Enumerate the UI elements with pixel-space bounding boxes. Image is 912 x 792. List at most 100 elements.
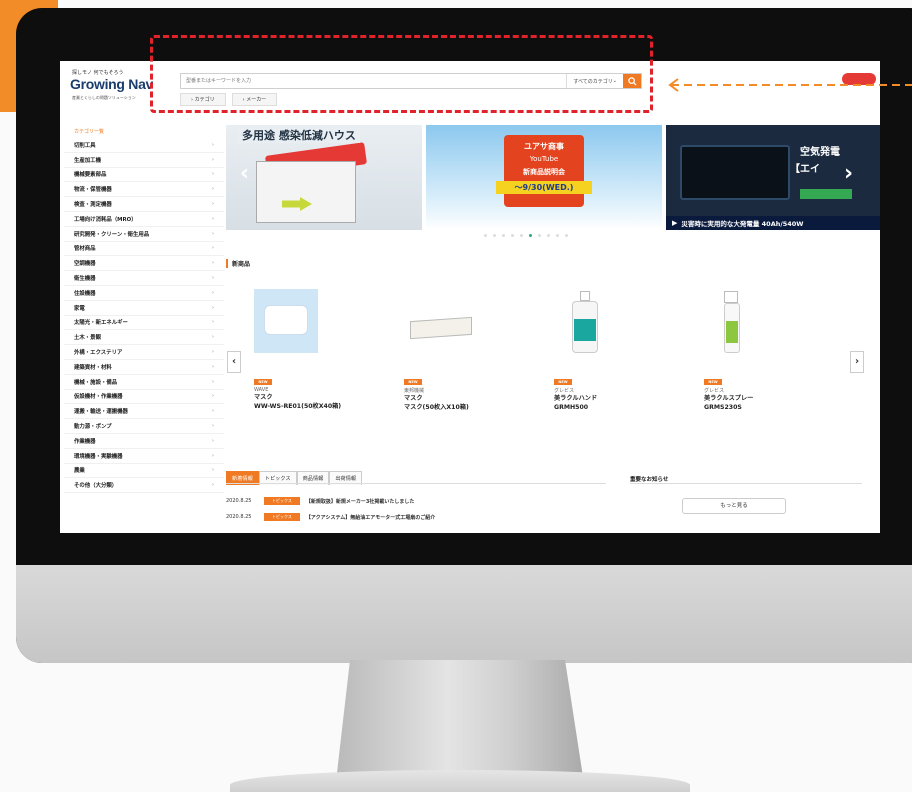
sidebar-item[interactable]: 仮設機材・作業機器 ›	[64, 390, 224, 405]
sidebar-item-label: 衛生機器	[74, 276, 96, 283]
sidebar-item[interactable]: その他（大分類） ›	[64, 478, 224, 494]
carousel-dot[interactable]	[502, 234, 505, 237]
sidebar-item[interactable]: 空調機器 ›	[64, 256, 224, 272]
sidebar-item[interactable]: 農業 ›	[64, 464, 224, 479]
sidebar-item[interactable]: 機械・施設・備品 ›	[64, 375, 224, 390]
sidebar-item-label: 検査・測定機器	[74, 202, 112, 209]
chevron-right-icon: ›	[211, 215, 214, 222]
carousel-dot[interactable]	[484, 234, 487, 237]
product-card[interactable]: NEW グレビス 美ラクルハンド GRMH500	[554, 289, 674, 412]
banner1-title: 多用途 感染低減ハウス	[238, 127, 360, 143]
banner3-bar: ▶ 災害時に実用的な大発電量 40Ah/540W	[666, 216, 880, 230]
banner-carousel: 多用途 感染低減ハウス ユアサ商事 YouTube 新商品説明会 ～9/30(W…	[226, 125, 880, 237]
carousel-dot[interactable]	[538, 234, 541, 237]
carousel-prev-chevron-icon[interactable]: ‹	[240, 161, 249, 186]
sidebar-item-label: 作業機器	[74, 438, 96, 445]
chevron-right-icon: ›	[211, 171, 214, 178]
sidebar-item[interactable]: 家電 ›	[64, 301, 224, 316]
sidebar-item[interactable]: 環境機器・実験機器 ›	[64, 449, 224, 464]
chevron-right-icon: ›	[211, 393, 214, 400]
sidebar-item[interactable]: 建築資材・材料 ›	[64, 360, 224, 375]
products-prev-chevron-icon[interactable]: ‹	[227, 351, 241, 373]
chevron-right-icon: ›	[211, 423, 214, 430]
chevron-right-icon: ›	[211, 319, 214, 326]
carousel-dot[interactable]	[529, 234, 532, 237]
carousel-dot[interactable]	[556, 234, 559, 237]
chevron-right-icon: ›	[211, 186, 214, 193]
sidebar-item[interactable]: 検査・測定機器 ›	[64, 197, 224, 212]
product-model: WW-WS-RE01(50枚X40箱)	[254, 403, 342, 410]
news-date: 2020.8.25	[226, 498, 252, 504]
sidebar-item[interactable]: 機械要素部品 ›	[64, 168, 224, 183]
new-badge: NEW	[554, 379, 572, 385]
product-maker: 東邦機械	[404, 388, 425, 394]
product-model: マスク(50枚入X10箱)	[404, 404, 469, 411]
chevron-right-icon: ›	[211, 467, 214, 474]
more-button[interactable]: もっと見る	[682, 498, 786, 514]
carousel-dot[interactable]	[547, 234, 550, 237]
sidebar-item-label: 生産加工機	[74, 157, 101, 164]
chevron-right-icon: ›	[211, 245, 214, 252]
banner-infection-house[interactable]: 多用途 感染低減ハウス	[226, 125, 422, 230]
sidebar-item[interactable]: 土木・景観 ›	[64, 330, 224, 346]
news-row[interactable]: 2020.8.25 トピックス 【新規取扱】新規メーカー3社掲載いたしました	[226, 497, 414, 505]
chevron-right-icon: ›	[211, 452, 214, 459]
important-notice-heading: 重要なお知らせ	[630, 477, 669, 483]
sidebar-item[interactable]: 作業機器 ›	[64, 434, 224, 449]
banner3-title: 空気発電	[800, 147, 840, 158]
site-logo[interactable]: Growing Nav	[70, 76, 153, 92]
product-maker: グレビス	[554, 388, 575, 394]
banner2-line2: YouTube	[529, 155, 559, 163]
carousel-next-chevron-icon[interactable]: ›	[844, 161, 853, 186]
sidebar-item[interactable]: 生産加工機 ›	[64, 153, 224, 168]
sidebar-item[interactable]: 外構・エクステリア ›	[64, 345, 224, 360]
sidebar-item[interactable]: 切削工具 ›	[64, 138, 224, 153]
monitor-chin	[16, 565, 912, 663]
carousel-dot[interactable]	[520, 234, 523, 237]
monitor-stand-base	[230, 770, 690, 792]
product-name: 美ラクルハンド	[554, 395, 598, 402]
banner2-line3: 新商品説明会	[523, 168, 565, 176]
products-next-chevron-icon[interactable]: ›	[850, 351, 864, 373]
product-card[interactable]: NEW WAVE マスク WW-WS-RE01(50枚X40箱)	[254, 289, 374, 411]
carousel-dot[interactable]	[511, 234, 514, 237]
sidebar-item[interactable]: 物流・保管機器 ›	[64, 182, 224, 198]
logo-tagline: 探しモノ 何でもそろう	[72, 70, 124, 76]
sidebar-item[interactable]: 運搬・輸送・運搬機器 ›	[64, 404, 224, 420]
pointer-arrow-icon	[668, 78, 912, 92]
banner3-subtitle: 【エイ	[790, 164, 820, 175]
news-date: 2020.8.25	[226, 514, 252, 520]
sidebar-item[interactable]: 衛生機器 ›	[64, 271, 224, 286]
new-products-heading: 新商品	[226, 259, 250, 268]
sidebar-item-label: その他（大分類）	[74, 483, 118, 490]
browser-screen: 探しモノ 何でもそろう Growing Nav 産業とくらしの問題ソリューション…	[60, 61, 880, 533]
sidebar-item-label: 農業	[74, 468, 85, 475]
news-text[interactable]: 【アクアシステム】無給油エアモーター式工場扇のご紹介	[306, 514, 435, 521]
sidebar-item-label: 研究開発・クリーン・衛生用品	[74, 231, 150, 238]
chevron-right-icon: ›	[211, 289, 214, 296]
sidebar-item[interactable]: 住設機器 ›	[64, 286, 224, 301]
news-row[interactable]: 2020.8.25 トピックス 【アクアシステム】無給油エアモーター式工場扇のご…	[226, 513, 435, 521]
sidebar-item[interactable]: 工場向け消耗品（MRO） ›	[64, 212, 224, 227]
product-name: 美ラクルスプレー	[704, 395, 754, 402]
banner-youtube-seminar[interactable]: ユアサ商事 YouTube 新商品説明会 ～9/30(WED.)	[426, 125, 662, 230]
carousel-dot[interactable]	[493, 234, 496, 237]
chevron-right-icon: ›	[211, 363, 214, 370]
carousel-dot[interactable]	[565, 234, 568, 237]
mask-box-image	[404, 289, 472, 353]
category-sidebar: カテゴリ一覧 切削工具 › 生産加工機 › 機械要素部品 › 物流・保管機器 › 検査・測定機器…	[64, 125, 224, 494]
sidebar-item[interactable]: 管材商品 ›	[64, 242, 224, 257]
sidebar-item[interactable]: 太陽光・新エネルギー ›	[64, 316, 224, 331]
sidebar-item-label: 外構・エクステリア	[74, 350, 123, 357]
product-card[interactable]: NEW 東邦機械 マスク マスク(50枚入X10箱)	[404, 289, 524, 412]
sidebar-item-label: 土木・景観	[74, 335, 101, 342]
product-card[interactable]: NEW グレビス 美ラクルスプレー GRMS230S	[704, 289, 824, 412]
sidebar-item[interactable]: 動力源・ポンプ ›	[64, 419, 224, 434]
sidebar-item[interactable]: 研究開発・クリーン・衛生用品 ›	[64, 227, 224, 242]
sidebar-item-label: 切削工具	[74, 142, 96, 149]
banner2-date: ～9/30(WED.)	[496, 181, 592, 194]
chevron-right-icon: ›	[211, 349, 214, 356]
chevron-right-icon: ›	[211, 437, 214, 444]
news-text[interactable]: 【新規取扱】新規メーカー3社掲載いたしました	[306, 498, 414, 505]
chevron-right-icon: ›	[211, 275, 214, 282]
